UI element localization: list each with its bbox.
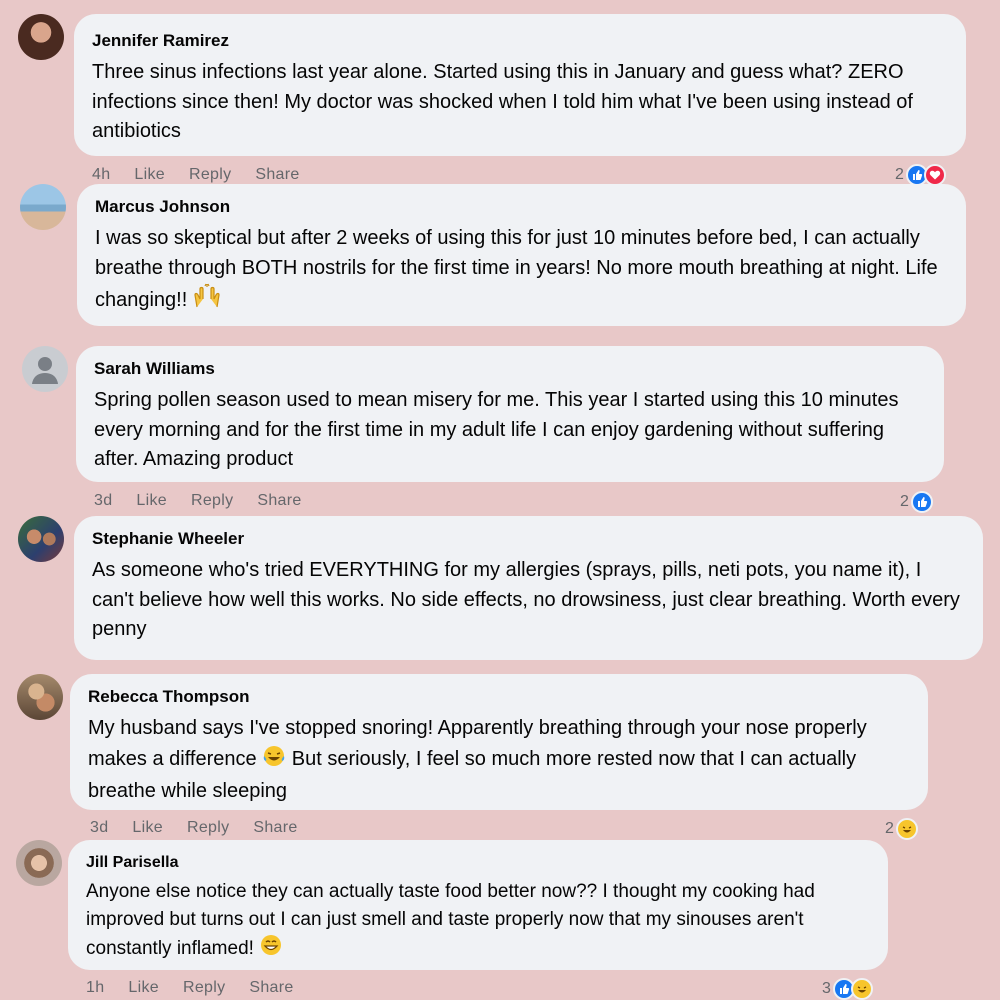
like-button[interactable]: Like [134,166,165,184]
comment-author[interactable]: Jill Parisella [86,852,870,874]
haha-icon [850,978,873,1000]
reaction-count: 2 [900,493,909,510]
comment-author[interactable]: Rebecca Thompson [88,686,910,708]
share-button[interactable]: Share [257,492,301,510]
comment-bubble: Marcus Johnson I was so skeptical but af… [77,184,966,326]
avatar[interactable] [17,674,63,720]
avatar[interactable] [20,184,66,230]
like-button[interactable]: Like [136,492,167,510]
comment-actions: 4h Like Reply Share [92,166,300,184]
comment-time[interactable]: 3d [94,492,112,510]
reply-button[interactable]: Reply [187,819,229,837]
comment-actions: 1h Like Reply Share [86,979,294,997]
like-button[interactable]: Like [128,979,159,997]
comment-bubble: Sarah Williams Spring pollen season used… [76,346,944,482]
comment-time[interactable]: 4h [92,166,110,184]
reply-button[interactable]: Reply [191,492,233,510]
avatar[interactable] [18,516,64,562]
reply-button[interactable]: Reply [183,979,225,997]
reaction-summary[interactable]: 3 [822,978,873,1000]
comment-author[interactable]: Sarah Williams [94,358,926,380]
comment-time[interactable]: 1h [86,979,104,997]
share-button[interactable]: Share [255,166,299,184]
laughing-tears-emoji [262,744,286,778]
avatar[interactable] [16,840,62,886]
love-icon [923,164,946,186]
comment-text: My husband says I've stopped snoring! Ap… [88,714,910,807]
comment-bubble: Jennifer Ramirez Three sinus infections … [74,14,966,156]
comment-bubble: Jill Parisella Anyone else notice they c… [68,840,888,970]
raising-hands-emoji [193,283,221,319]
comment-text-body: I was so skeptical but after 2 weeks of … [95,227,938,311]
reaction-count: 2 [885,820,894,837]
comment-text-body: Anyone else notice they can actually tas… [86,881,815,959]
grinning-emoji [259,933,283,966]
reaction-summary[interactable]: 2 [900,491,933,513]
like-icon [910,491,933,513]
reaction-count: 2 [895,166,904,183]
comment-actions: 3d Like Reply Share [94,492,302,510]
avatar[interactable] [18,14,64,60]
comment-bubble: Rebecca Thompson My husband says I've st… [70,674,928,810]
avatar[interactable] [22,346,68,392]
comment-author[interactable]: Marcus Johnson [95,196,948,218]
comment-text: Spring pollen season used to mean misery… [94,389,899,470]
comment-text: I was so skeptical but after 2 weeks of … [95,224,948,319]
comment-bubble: Stephanie Wheeler As someone who's tried… [74,516,983,660]
comment-author[interactable]: Jennifer Ramirez [92,30,948,52]
comment-text: Three sinus infections last year alone. … [92,61,913,142]
reaction-count: 3 [822,980,831,997]
share-button[interactable]: Share [253,819,297,837]
reaction-summary[interactable]: 2 [885,818,918,840]
comment-actions: 3d Like Reply Share [90,819,298,837]
reply-button[interactable]: Reply [189,166,231,184]
like-button[interactable]: Like [132,819,163,837]
comment-author[interactable]: Stephanie Wheeler [92,528,965,550]
reaction-summary[interactable]: 2 [895,164,946,186]
haha-icon [895,818,918,840]
comment-text: Anyone else notice they can actually tas… [86,878,870,966]
share-button[interactable]: Share [249,979,293,997]
comment-time[interactable]: 3d [90,819,108,837]
comment-text: As someone who's tried EVERYTHING for my… [92,559,960,640]
